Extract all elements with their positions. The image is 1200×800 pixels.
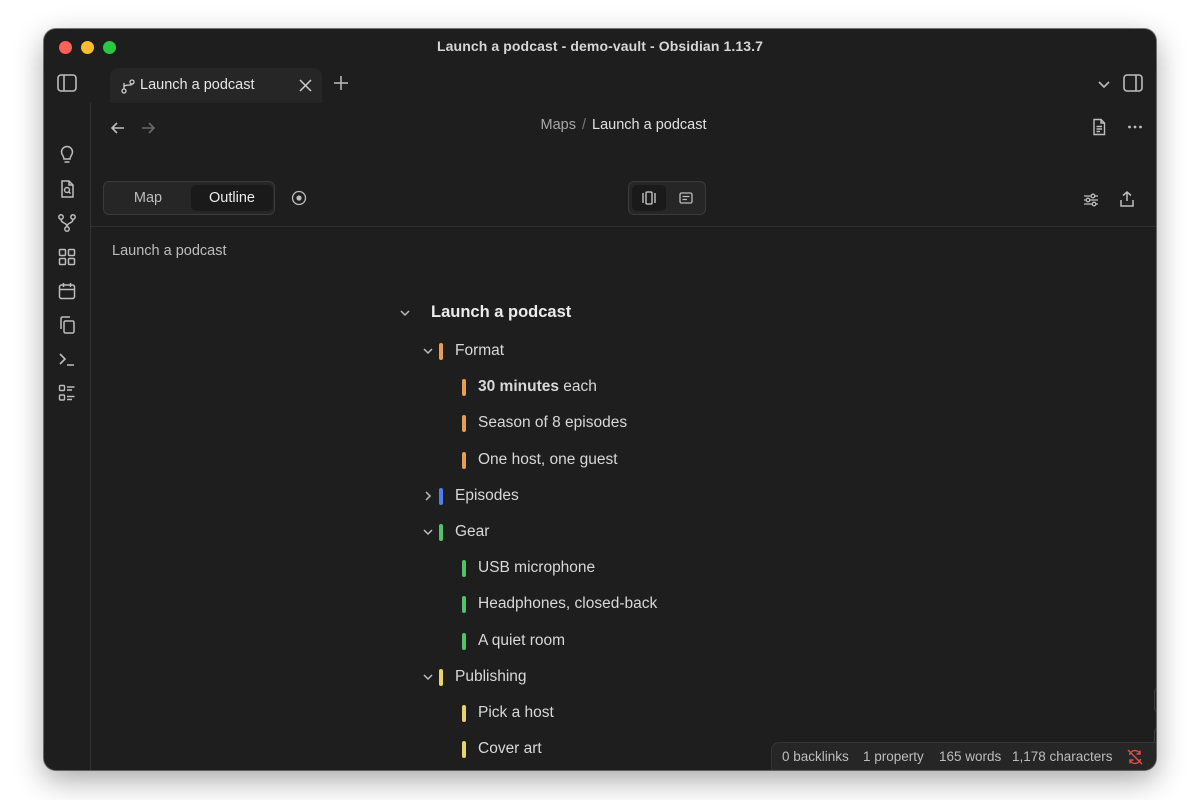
status-bar: 0 backlinks 1 property 165 words 1,178 c…	[771, 742, 1156, 770]
app-window: Launch a podcast - demo-vault - Obsidian…	[44, 29, 1156, 770]
left-ribbon	[44, 103, 91, 770]
outline-item-label: USB microphone	[478, 559, 595, 577]
plus-icon[interactable]	[332, 74, 350, 92]
view-mode-switch: Map Outline	[103, 181, 275, 215]
branch-color-bar	[439, 343, 443, 360]
breadcrumb: Maps / Launch a podcast	[91, 117, 1156, 133]
item-text: USB microphone	[478, 559, 596, 577]
more-options-icon[interactable]	[1126, 118, 1144, 136]
breadcrumb-current[interactable]: Launch a podcast	[592, 117, 706, 133]
layout-card-button[interactable]	[669, 185, 703, 211]
branch-color-bar	[462, 632, 466, 650]
branch-color-bar	[462, 415, 466, 433]
card-text-icon	[679, 192, 693, 204]
share-icon[interactable]	[1118, 190, 1136, 208]
chevron-down-icon[interactable]	[399, 307, 411, 319]
target-icon[interactable]	[291, 190, 307, 206]
graph-icon[interactable]	[57, 213, 77, 233]
item-text: each	[558, 378, 597, 396]
tab-label: Launch a podcast	[140, 77, 255, 93]
tab-launch-a-podcast[interactable]: Launch a podcast	[110, 68, 322, 103]
outline-item-label: 30 minutes each	[478, 378, 597, 396]
split-vertical-icon	[642, 191, 656, 205]
status-characters: 1,178 characters	[1012, 749, 1113, 764]
branch-color-bar	[462, 596, 466, 614]
branch-color-bar	[462, 560, 466, 578]
branch-color-bar	[439, 487, 443, 505]
outline-section-label: Publishing	[455, 667, 527, 685]
item-text: Cover art	[478, 740, 542, 758]
outline-mode-button[interactable]: Outline	[191, 185, 273, 211]
document-icon[interactable]	[1090, 118, 1108, 136]
branch-color-bar	[439, 668, 443, 686]
outline-item-label: Headphones, closed-back	[478, 595, 657, 613]
item-text: Headphones, closed-back	[478, 595, 658, 613]
chevron-down-icon[interactable]	[422, 345, 434, 357]
undo-button[interactable]	[1154, 685, 1156, 715]
branch-color-bar	[462, 379, 466, 397]
view-header: Maps / Launch a podcast	[91, 103, 1156, 153]
status-properties[interactable]: 1 property	[863, 749, 924, 764]
bold-text: 30 minutes	[478, 378, 559, 396]
list-check-icon[interactable]	[57, 383, 77, 403]
chevron-down-icon[interactable]	[1096, 76, 1112, 92]
outline-item-label: One host, one guest	[478, 451, 618, 469]
status-backlinks[interactable]: 0 backlinks	[782, 749, 849, 764]
outline-section-label: Episodes	[455, 486, 519, 504]
chevron-down-icon[interactable]	[422, 671, 434, 683]
copy-icon[interactable]	[57, 315, 77, 335]
outline-section-label: Gear	[455, 523, 490, 540]
breadcrumb-parent[interactable]: Maps	[541, 117, 576, 133]
branch-color-bar	[439, 524, 443, 541]
note-title: Launch a podcast	[112, 243, 227, 259]
left-sidebar-toggle-icon[interactable]	[56, 72, 78, 94]
layout-vertical-button[interactable]	[632, 185, 666, 211]
editor-pane: Maps / Launch a podcast Map Outline Laun…	[91, 103, 1156, 770]
outline-section-label: Format	[455, 342, 505, 359]
file-search-icon[interactable]	[57, 179, 77, 199]
window-title: Launch a podcast - demo-vault - Obsidian…	[437, 38, 763, 54]
layout-switch	[628, 181, 706, 215]
chevron-right-icon[interactable]	[422, 490, 434, 502]
grid-icon[interactable]	[57, 247, 77, 267]
view-toolbar: Map Outline	[91, 153, 1156, 227]
sliders-icon[interactable]	[1082, 191, 1100, 209]
lightbulb-icon[interactable]	[57, 145, 77, 165]
map-mode-button[interactable]: Map	[107, 185, 189, 211]
item-text: A quiet room	[478, 631, 566, 649]
calendar-icon[interactable]	[57, 281, 77, 301]
outline-item-label: Cover art	[478, 740, 542, 758]
status-words: 165 words	[939, 749, 1002, 764]
branch-color-bar	[462, 741, 466, 759]
outline-item-label: Pick a host	[478, 704, 554, 722]
branch-color-bar	[462, 705, 466, 722]
sync-disabled-icon[interactable]	[1126, 748, 1144, 766]
terminal-icon[interactable]	[57, 349, 77, 369]
close-icon[interactable]	[299, 79, 312, 92]
outline-root[interactable]: Launch a podcast	[431, 303, 571, 322]
item-text: One host, one guest	[478, 450, 618, 468]
title-bar: Launch a podcast - demo-vault - Obsidian…	[44, 29, 1156, 63]
tab-bar: Launch a podcast	[44, 63, 1156, 103]
outline-item-label: A quiet room	[478, 632, 565, 650]
item-text: Season of 8 episodes	[478, 414, 628, 432]
chevron-down-icon[interactable]	[422, 526, 434, 538]
outline-item-label: Season of 8 episodes	[478, 414, 627, 432]
git-branch-icon	[121, 79, 135, 94]
branch-color-bar	[462, 451, 466, 469]
item-text: Pick a host	[478, 704, 554, 721]
breadcrumb-separator: /	[581, 117, 586, 133]
right-sidebar-toggle-icon[interactable]	[1122, 72, 1144, 94]
